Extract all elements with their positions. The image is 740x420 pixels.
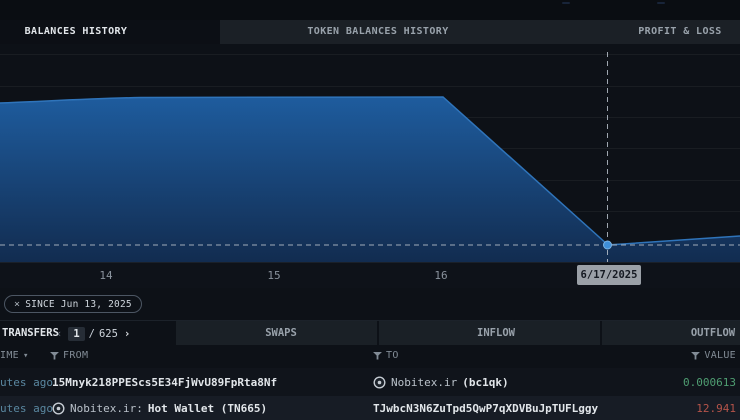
from-header-label: FROM [63,350,88,361]
to-entity-detail[interactable]: (bc1qk) [462,376,508,389]
total-pages: 625 [99,328,118,340]
tab-separator [377,321,379,346]
column-header-to[interactable]: TO [373,350,399,361]
nobitex-logo-icon [52,402,65,415]
tab-swaps[interactable]: SWAPS [241,321,321,346]
transfer-row[interactable]: utes ago Nobitex.ir: Hot Wallet (TN665) … [0,396,740,420]
crosshair-date-tooltip: 6/17/2025 [577,265,641,285]
from-entity-detail[interactable]: Hot Wallet (TN665) [148,402,267,415]
table-tab-bar: TRANSFERS ‹ 1 / 625 › SWAPS INFLOW OUTFL… [0,320,740,345]
x-tick: 14 [86,269,126,282]
from-entity-label[interactable]: Nobitex.ir: [70,402,143,415]
current-page: 1 [68,327,84,341]
time-header-label: IME [0,350,19,361]
sort-desc-icon[interactable]: ▾ [23,351,29,361]
balance-area-chart[interactable] [0,44,740,262]
funnel-icon [50,352,59,360]
column-header-time[interactable]: IME ▾ [0,350,29,361]
top-strip [0,0,740,20]
to-entity-label[interactable]: Nobitex.ir [391,376,457,389]
tab-transfers[interactable]: TRANSFERS [2,321,59,346]
x-tick: 15 [254,269,294,282]
tab-separator [600,321,602,346]
funnel-icon [691,352,700,360]
transfer-from[interactable]: 15Mnyk218PPEScs5E34FjWvU89FpRta8Nf [52,376,277,389]
column-header-from[interactable]: FROM [50,350,88,361]
page-separator: / [89,328,95,340]
tab-balances-history[interactable]: BALANCES HISTORY [0,20,152,44]
transfers-table-header: IME ▾ FROM TO VALUE [0,345,740,368]
area-series-svg [0,44,740,262]
filter-chip-row: × SINCE Jun 13, 2025 [0,288,740,320]
transfer-time: utes ago [0,376,53,389]
tab-outflow[interactable]: OUTFLOW [673,321,740,346]
transfer-time: utes ago [0,402,53,415]
close-icon[interactable]: × [14,299,20,310]
prev-page-icon[interactable]: ‹ [54,328,64,340]
x-axis-strip: 14 15 16 6/17/2025 [0,262,740,288]
transfer-from[interactable]: Nobitex.ir: Hot Wallet (TN665) [52,402,267,415]
funnel-icon [373,352,382,360]
to-address[interactable]: TJwbcN3N6ZuTpd5QwP7qXDVBuJpTUFLggy [373,402,598,415]
area-fill [0,97,740,262]
decorative-mark [562,2,570,4]
transfers-pagination: ‹ 1 / 625 › [54,321,132,346]
chart-tab-bar: BALANCES HISTORY TOKEN BALANCES HISTORY … [0,20,740,44]
tab-profit-and-loss[interactable]: PROFIT & LOSS [600,20,740,44]
nobitex-logo-icon [373,376,386,389]
from-address[interactable]: 15Mnyk218PPEScs5E34FjWvU89FpRta8Nf [52,376,277,389]
transfer-value-out: 12.941 [696,402,736,415]
column-header-value[interactable]: VALUE [691,350,736,361]
hover-data-point [604,241,612,249]
to-header-label: TO [386,350,399,361]
next-page-icon[interactable]: › [122,328,132,340]
filter-chip-label: SINCE Jun 13, 2025 [25,299,132,310]
transfer-row[interactable]: utes ago 15Mnyk218PPEScs5E34FjWvU89FpRta… [0,368,740,396]
value-header-label: VALUE [704,350,736,361]
tab-inflow[interactable]: INFLOW [456,321,536,346]
decorative-mark [657,2,665,4]
transfer-to[interactable]: TJwbcN3N6ZuTpd5QwP7qXDVBuJpTUFLggy [373,402,598,415]
balances-history-panel: BALANCES HISTORY TOKEN BALANCES HISTORY … [0,0,740,420]
x-tick: 16 [421,269,461,282]
transfer-value-in: 0.000613 [683,376,736,389]
transfer-to[interactable]: Nobitex.ir (bc1qk) [373,376,509,389]
tab-token-balances-history[interactable]: TOKEN BALANCES HISTORY [258,20,498,44]
since-date-filter-chip[interactable]: × SINCE Jun 13, 2025 [4,295,142,313]
